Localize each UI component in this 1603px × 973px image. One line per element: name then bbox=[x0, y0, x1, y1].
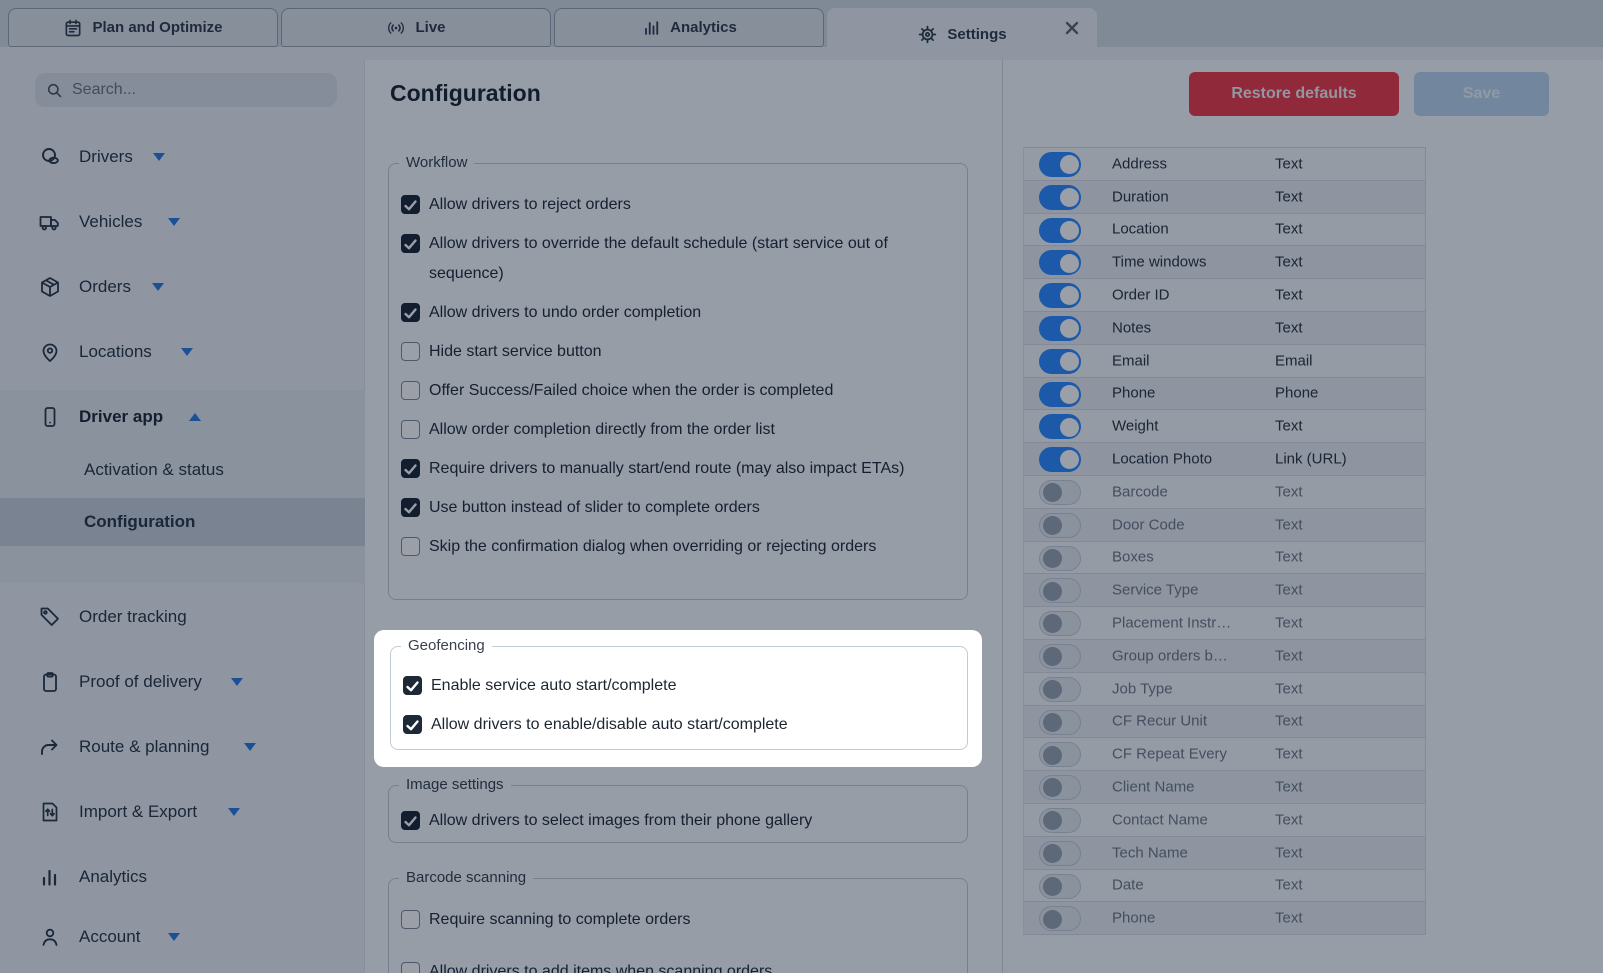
checkbox-label: Enable service auto start/complete bbox=[431, 671, 676, 701]
geofencing-section: Geofencing Enable service auto start/com… bbox=[390, 646, 968, 750]
section-legend: Geofencing bbox=[401, 637, 492, 654]
checkbox-row: Allow drivers to enable/disable auto sta… bbox=[403, 710, 953, 740]
checkbox-label: Allow drivers to enable/disable auto sta… bbox=[431, 710, 788, 740]
geofencing-highlight: Geofencing Enable service auto start/com… bbox=[374, 630, 982, 767]
checkbox-row: Enable service auto start/complete bbox=[403, 671, 953, 701]
checkbox[interactable] bbox=[403, 715, 422, 734]
tour-dim-overlay bbox=[0, 0, 1603, 973]
checkbox[interactable] bbox=[403, 676, 422, 695]
